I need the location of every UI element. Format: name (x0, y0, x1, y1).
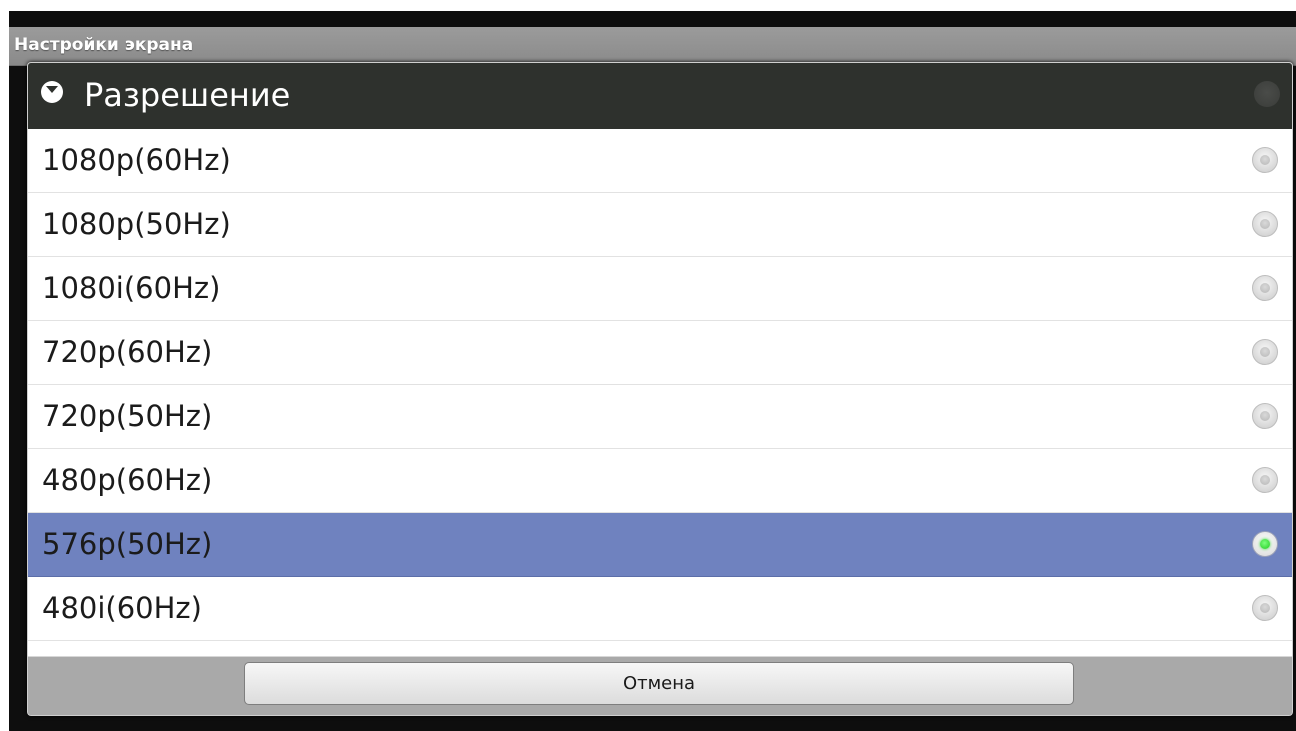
radio-button-icon[interactable] (1252, 275, 1278, 301)
dialog-title: Разрешение (84, 76, 291, 114)
resolution-option-480p-60[interactable]: 480p(60Hz) (28, 449, 1292, 513)
resolution-dialog: Разрешение 1080p(60Hz) 1080p(50Hz) 1080i… (27, 62, 1293, 716)
header-radio-shadow-icon (1254, 81, 1280, 107)
resolution-option-480i-60[interactable]: 480i(60Hz) (28, 577, 1292, 641)
resolution-option-720p-50[interactable]: 720p(50Hz) (28, 385, 1292, 449)
resolution-option-1080p-50[interactable]: 1080p(50Hz) (28, 193, 1292, 257)
resolution-option-720p-60[interactable]: 720p(60Hz) (28, 321, 1292, 385)
option-label: 720p(60Hz) (42, 335, 213, 369)
radio-button-icon[interactable] (1252, 147, 1278, 173)
option-label: 1080i(60Hz) (42, 271, 221, 305)
tv-screen: Настройки экрана Разрешение 1080p(60Hz) … (9, 11, 1296, 731)
option-label: 480p(60Hz) (42, 463, 213, 497)
radio-button-icon[interactable] (1252, 339, 1278, 365)
dialog-header: Разрешение (28, 63, 1292, 129)
radio-button-icon[interactable] (1252, 467, 1278, 493)
resolution-list: 1080p(60Hz) 1080p(50Hz) 1080i(60Hz) 720p… (28, 129, 1292, 656)
radio-button-icon[interactable] (1252, 211, 1278, 237)
radio-button-icon[interactable] (1252, 403, 1278, 429)
option-label: 480i(60Hz) (42, 591, 202, 625)
option-label: 1080p(50Hz) (42, 207, 231, 241)
option-label: 1080p(60Hz) (42, 143, 231, 177)
resolution-option-576p-50[interactable]: 576p(50Hz) (28, 513, 1292, 577)
dialog-footer: Отмена (28, 656, 1292, 715)
cancel-button[interactable]: Отмена (244, 662, 1074, 705)
option-label: 720p(50Hz) (42, 399, 213, 433)
chevron-down-circle-icon (41, 81, 63, 103)
radio-button-icon[interactable] (1252, 595, 1278, 621)
list-scroll-remainder (28, 641, 1292, 649)
radio-button-checked-icon[interactable] (1252, 531, 1278, 557)
window-titlebar: Настройки экрана (9, 27, 1296, 66)
option-label: 576p(50Hz) (42, 527, 213, 561)
resolution-option-1080i-60[interactable]: 1080i(60Hz) (28, 257, 1292, 321)
window-title: Настройки экрана (14, 35, 194, 55)
resolution-option-1080p-60[interactable]: 1080p(60Hz) (28, 129, 1292, 193)
